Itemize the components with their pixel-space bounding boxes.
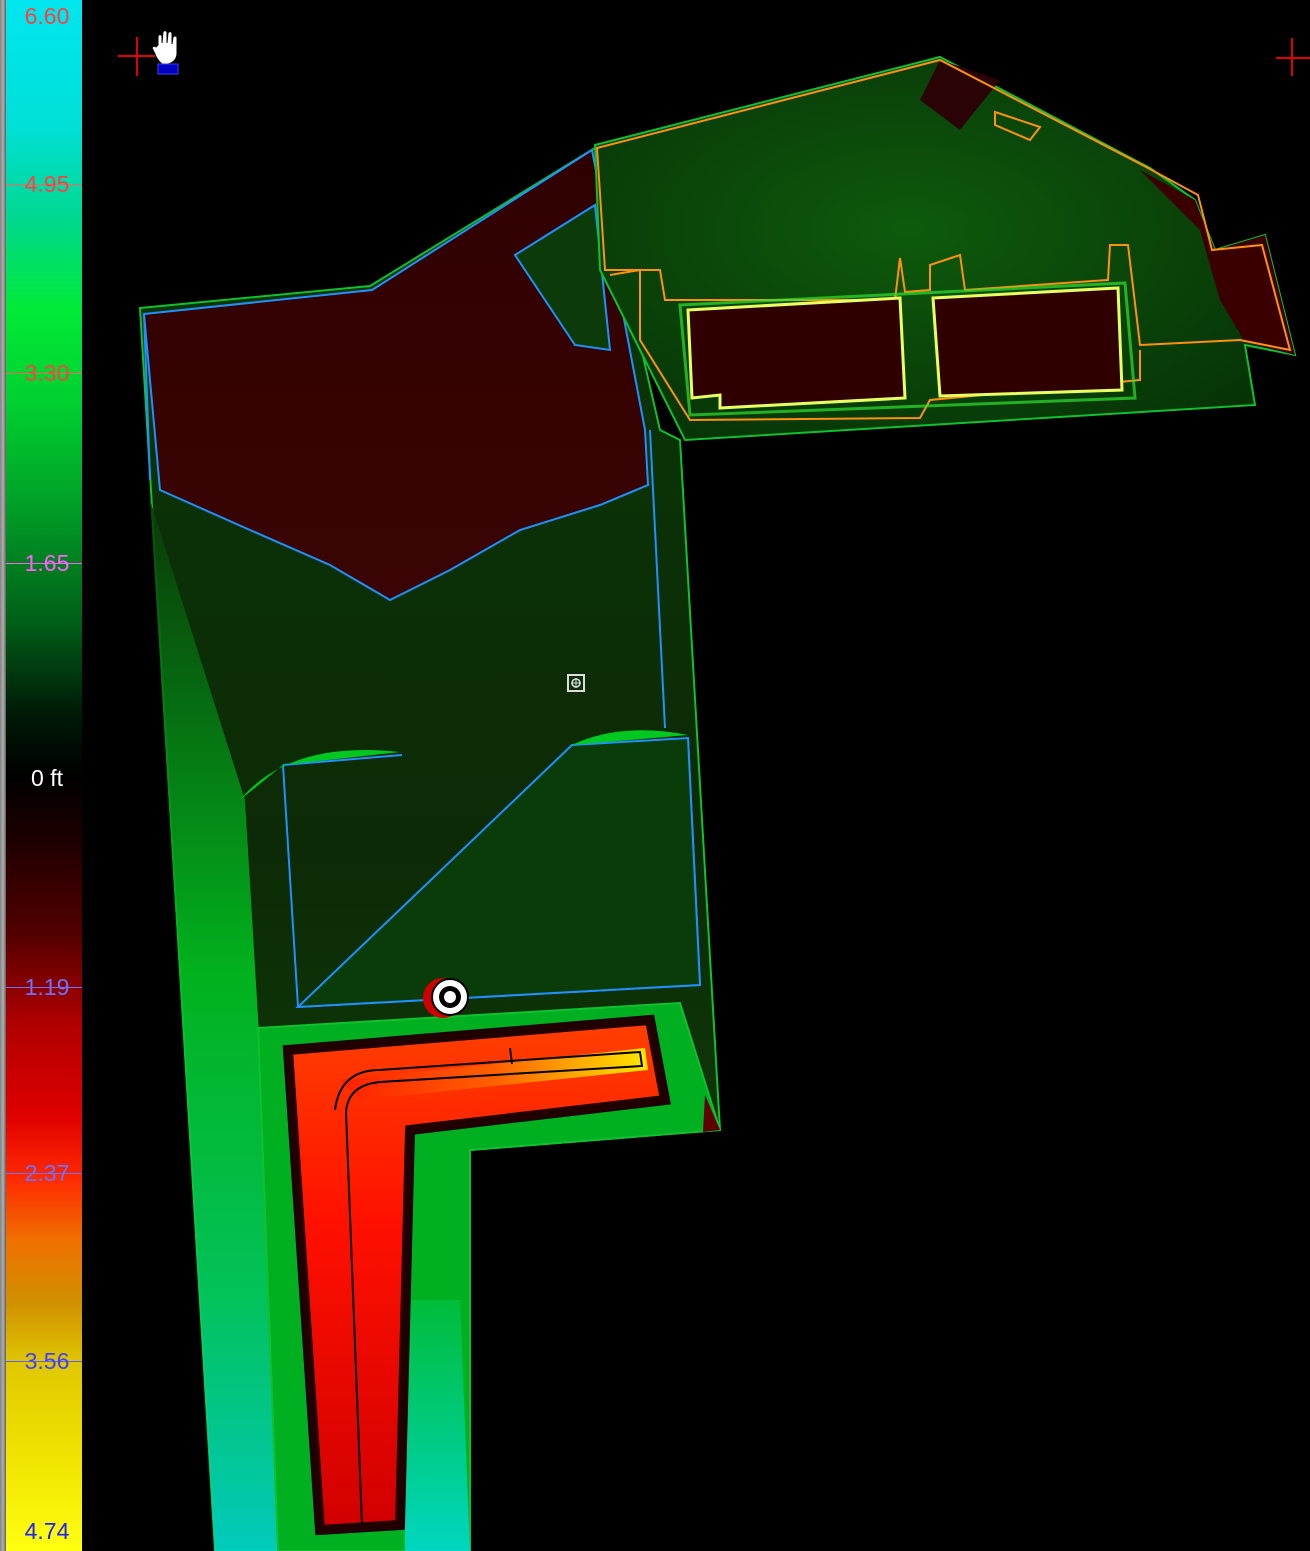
legend-tick-label: 3.56 [24,1348,70,1374]
legend-tick-label: 1.19 [24,974,70,1000]
legend-tick-label: 2.37 [24,1160,70,1186]
crosshair-icon [1276,38,1310,76]
target-icon[interactable] [423,978,469,1018]
building-east[interactable] [931,286,1124,398]
legend-zero-label: 0 ft [31,765,63,791]
detention-pond[interactable] [282,1014,671,1536]
building-west[interactable] [686,296,907,410]
crosshair-icon [118,37,156,76]
elevation-legend: 6.60 4.95 3.30 1.65 0 ft 1.19 2.37 3.56 … [0,0,84,1551]
legend-tick-label: 4.95 [24,171,70,197]
legend-tick-label: 4.74 [24,1518,70,1544]
pond-cyan-zone [400,1300,470,1551]
legend-tick-label: 1.65 [24,550,70,576]
legend-tick-label: 6.60 [24,3,70,29]
hand-icon[interactable] [151,30,179,75]
site-elevation-map[interactable] [84,0,1310,1551]
legend-tick-label: 3.30 [24,360,70,386]
